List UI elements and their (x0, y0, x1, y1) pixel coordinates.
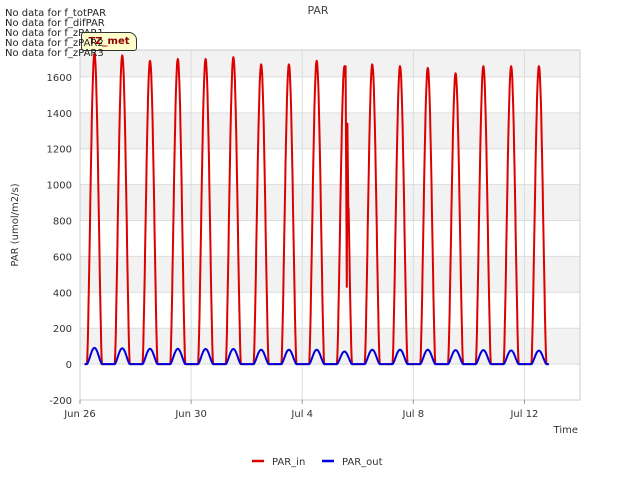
x-axis: Jun 26 Jun 30 Jul 4 Jul 8 Jul 12 (63, 400, 538, 420)
y-axis-label: PAR (umol/m2/s) (10, 183, 21, 266)
nodata-message-zpar3: No data for f_zPAR3 (5, 48, 104, 59)
legend-label-par-out: PAR_out (342, 457, 383, 468)
x-tick-label: Jul 12 (509, 409, 538, 420)
y-axis: -200 0 200 400 600 800 1000 1200 1400 1600 (47, 73, 72, 407)
x-tick-label: Jul 8 (402, 409, 425, 420)
x-tick-label: Jun 26 (63, 409, 96, 420)
y-tick-label: 800 (53, 217, 72, 228)
y-tick-label: -200 (49, 396, 72, 407)
grid-band (80, 112, 580, 149)
legend: PAR_in PAR_out (252, 457, 383, 468)
grid-band (80, 50, 580, 77)
par-chart: -200 0 200 400 600 800 1000 1200 1400 1600 Jun 26… (10, 4, 581, 468)
y-tick-label: 1000 (47, 181, 72, 192)
x-axis-label: Time (553, 425, 578, 436)
legend-label-par-in: PAR_in (272, 457, 305, 468)
y-tick-label: 400 (53, 288, 72, 299)
y-tick-label: 1400 (47, 109, 72, 120)
y-tick-label: 200 (53, 324, 72, 335)
x-tick-label: Jun 30 (174, 409, 207, 420)
y-tick-label: 0 (66, 360, 72, 371)
y-tick-label: 600 (53, 252, 72, 263)
y-tick-label: 1200 (47, 145, 72, 156)
y-tick-label: 1600 (47, 73, 72, 84)
chart-title: PAR (307, 4, 328, 17)
x-tick-label: Jul 4 (290, 409, 313, 420)
